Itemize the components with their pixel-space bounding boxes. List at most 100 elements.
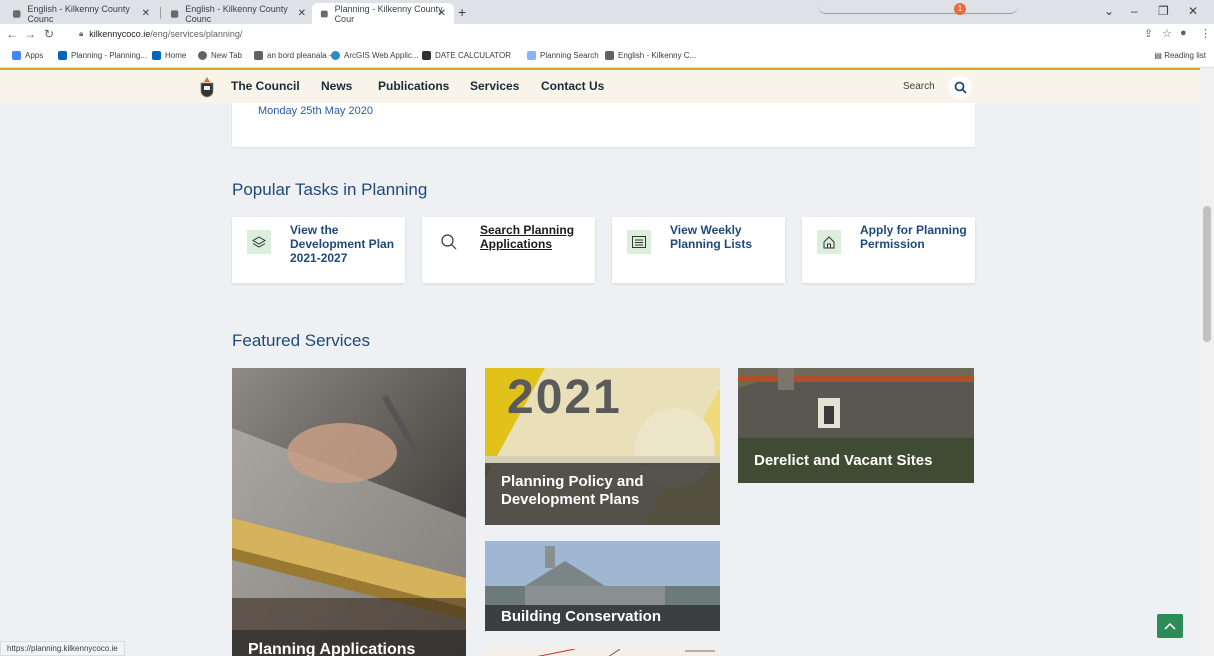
site-header: The Council News Publications Services C… (0, 68, 1214, 103)
google-icon (254, 51, 263, 60)
task-label: Apply for Planning Permission (860, 223, 967, 251)
restore-icon[interactable]: ❐ (1158, 4, 1169, 18)
scrollbar-thumb[interactable] (1203, 206, 1211, 342)
status-bar-url: https://planning.kilkennycoco.ie (0, 641, 125, 656)
notification-badge[interactable]: 1 (954, 3, 966, 15)
drafting-desk-image (232, 368, 466, 656)
back-to-top-button[interactable] (1157, 614, 1183, 638)
layers-icon (252, 236, 266, 248)
chevron-up-icon (1164, 622, 1176, 630)
featured-caption: Planning Applications (232, 630, 466, 656)
close-tab-icon[interactable]: ✕ (298, 8, 306, 19)
featured-services-heading: Featured Services (232, 331, 370, 350)
tab-title: English - Kilkenny County Counc (27, 3, 130, 24)
layers-icon-box (247, 230, 271, 254)
council-crest-logo[interactable] (199, 76, 215, 98)
featured-next-card[interactable] (485, 646, 720, 656)
tab-title: English - Kilkenny County Counc (185, 3, 288, 24)
featured-derelict-vacant-sites[interactable]: Derelict and Vacant Sites (738, 368, 974, 483)
task-view-weekly-lists[interactable]: View Weekly Planning Lists (612, 217, 785, 283)
bookmark-item[interactable]: English - Kilkenny C... (605, 51, 696, 60)
share-icon[interactable]: ⇪ (1144, 27, 1153, 40)
list-icon-box (627, 230, 651, 254)
close-tab-icon[interactable]: ✕ (142, 8, 150, 19)
browser-tab[interactable]: English - Kilkenny County Counc ✕ (162, 3, 314, 24)
search-label[interactable]: Search (903, 81, 935, 92)
close-window-icon[interactable]: ✕ (1188, 4, 1198, 18)
council-favicon-icon (12, 9, 21, 18)
new-tab-button[interactable]: + (458, 4, 466, 20)
bookmark-item[interactable]: Planning Search (527, 51, 599, 60)
council-favicon-icon (170, 9, 179, 18)
bookmark-item[interactable]: ArcGIS Web Applic... (331, 51, 419, 60)
reading-list-icon: ▤ (1154, 51, 1165, 60)
page-scrollbar[interactable] (1200, 68, 1214, 656)
task-apply-planning-permission[interactable]: Apply for Planning Permission (802, 217, 975, 283)
featured-planning-policy[interactable]: 2021 Planning Policy and Development Pla… (485, 368, 720, 525)
lock-icon: 🔒︎ (79, 29, 84, 38)
list-icon (632, 236, 646, 248)
calculator-icon (422, 51, 431, 60)
address-field[interactable]: 🔒︎ kilkennycoco.ie /eng/services/plannin… (79, 29, 242, 39)
map-drawing-image (537, 648, 715, 656)
arcgis-icon (331, 51, 340, 60)
browser-tab-active[interactable]: Planning - Kilkenny County Cour ✕ (312, 3, 454, 24)
council-favicon-icon (320, 10, 328, 17)
house-icon (823, 236, 835, 249)
bookmark-item[interactable]: DATE CALCULATOR (422, 51, 511, 60)
search-icon-box (437, 230, 461, 254)
featured-planning-applications[interactable]: Planning Applications (232, 368, 466, 656)
nav-contact-us[interactable]: Contact Us (541, 79, 604, 93)
apps-grid-icon (12, 51, 21, 60)
bookmark-item[interactable]: Planning - Planning... (58, 51, 147, 60)
reading-list-button[interactable]: ▤ Reading list (1154, 51, 1206, 60)
browser-tab[interactable]: English - Kilkenny County Counc ✕ (4, 3, 158, 24)
bookmarks-bar: Apps Planning - Planning... Home New Tab… (0, 46, 1214, 68)
forward-icon[interactable]: → (24, 27, 36, 41)
task-label: View the Development Plan 2021-2027 (290, 223, 395, 265)
profile-icon[interactable]: ● (1180, 27, 1187, 39)
minimize-icon[interactable]: – (1131, 4, 1138, 18)
news-card[interactable]: Monday 25th May 2020 (232, 103, 975, 147)
popular-tasks-heading: Popular Tasks in Planning (232, 180, 428, 199)
bookmark-item[interactable]: an bord pleanala -... (254, 51, 338, 60)
house-icon-box (817, 230, 841, 254)
sharepoint-icon (152, 51, 161, 60)
back-icon[interactable]: ← (6, 27, 18, 41)
url-path: /eng/services/planning/ (150, 29, 243, 39)
featured-building-conservation[interactable]: Building Conservation (485, 541, 720, 631)
close-tab-icon[interactable]: ✕ (438, 8, 446, 19)
bookmark-apps[interactable]: Apps (12, 51, 43, 60)
search-button[interactable] (948, 75, 972, 99)
sharepoint-icon (58, 51, 67, 60)
tab-search-icon[interactable]: ⌄ (1104, 4, 1114, 18)
profile-indicator (818, 6, 1018, 14)
globe-icon (198, 51, 207, 60)
featured-caption: Planning Policy and Development Plans (485, 463, 720, 525)
bookmark-star-icon[interactable]: ☆ (1162, 27, 1172, 40)
nav-publications[interactable]: Publications (378, 79, 449, 93)
browser-tabstrip: English - Kilkenny County Counc ✕ Englis… (0, 0, 1214, 24)
council-favicon-icon (605, 51, 614, 60)
address-bar-row: ← → ↻ 🔒︎ kilkennycoco.ie /eng/services/p… (0, 24, 1214, 46)
nav-services[interactable]: Services (470, 79, 519, 93)
task-label: View Weekly Planning Lists (670, 223, 753, 251)
featured-caption: Derelict and Vacant Sites (738, 438, 974, 483)
menu-kebab-icon[interactable]: ⋮ (1200, 27, 1211, 40)
task-label: Search Planning Applications (480, 223, 575, 251)
task-view-development-plan[interactable]: View the Development Plan 2021-2027 (232, 217, 405, 283)
url-host: kilkennycoco.ie (89, 29, 151, 39)
document-icon (527, 51, 536, 60)
nav-news[interactable]: News (321, 79, 352, 93)
reload-icon[interactable]: ↻ (44, 27, 54, 41)
search-icon (441, 234, 457, 250)
task-search-planning-applications[interactable]: Search Planning Applications (422, 217, 595, 283)
search-icon (954, 81, 967, 94)
featured-caption: Building Conservation (485, 605, 720, 631)
nav-the-council[interactable]: The Council (231, 79, 300, 93)
poster-year: 2021 (507, 371, 622, 424)
bookmark-item[interactable]: Home (152, 51, 186, 60)
news-date: Monday 25th May 2020 (258, 105, 373, 117)
bookmark-item[interactable]: New Tab (198, 51, 242, 60)
tab-title: Planning - Kilkenny County Cour (334, 3, 443, 24)
